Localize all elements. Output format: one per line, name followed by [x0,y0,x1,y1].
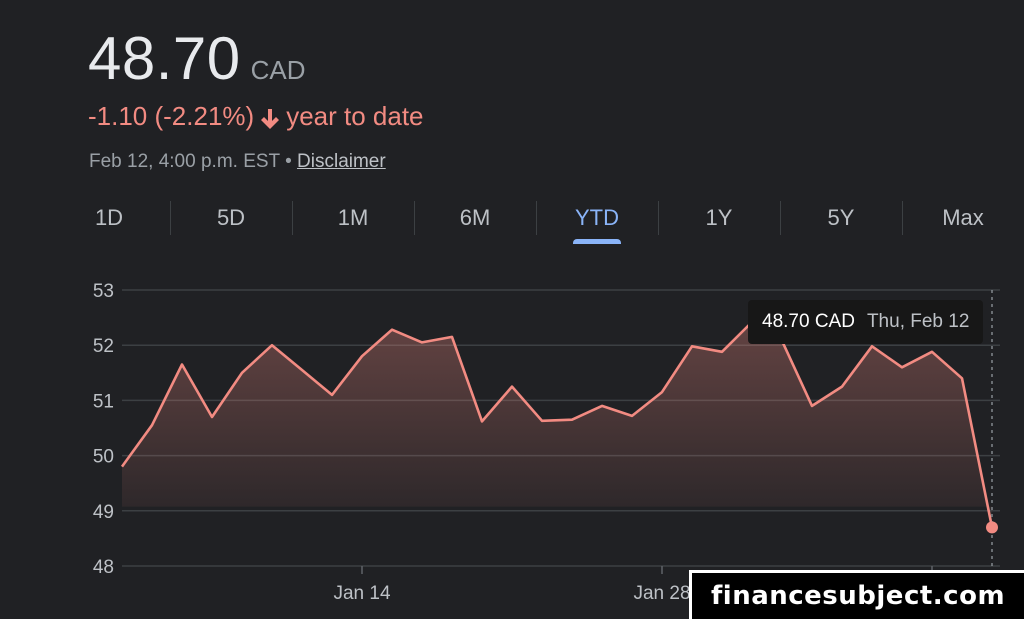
range-tabs: 1D 5D 1M 6M YTD 1Y 5Y Max [48,198,1024,246]
x-tick-label: Jan 14 [333,583,390,604]
price-area [122,322,992,528]
y-tick-label: 48 [93,557,114,578]
tab-ytd[interactable]: YTD [536,198,658,246]
y-tick-label: 53 [93,281,114,302]
y-tick-label: 50 [93,447,114,468]
price-header: 48.70 CAD [88,24,306,93]
tooltip-date: Thu, Feb 12 [866,311,970,332]
price-change: -1.10 (-2.21%) year to date [88,101,424,132]
tab-max[interactable]: Max [902,198,1024,246]
tab-6m[interactable]: 6M [414,198,536,246]
arrow-down-icon [260,106,280,129]
hover-point [986,521,998,534]
x-tick-label: Jan 28 [633,583,690,604]
change-period: year to date [286,101,424,131]
watermark: financesubject.com [689,570,1024,619]
current-price: 48.70 [88,25,241,92]
currency-label: CAD [250,55,306,85]
hover-tooltip: 48.70 CAD Thu, Feb 12 [748,300,984,344]
change-value: -1.10 (-2.21%) [88,101,255,131]
y-tick-label: 52 [93,336,114,357]
active-tab-indicator [573,239,621,244]
tab-5y[interactable]: 5Y [780,198,902,246]
timestamp: Feb 12, 4:00 p.m. EST • [89,151,292,172]
tab-5d[interactable]: 5D [170,198,292,246]
quote-meta: Feb 12, 4:00 p.m. EST • Disclaimer [89,151,386,173]
tab-1y[interactable]: 1Y [658,198,780,246]
disclaimer-link[interactable]: Disclaimer [297,151,386,172]
tooltip-price: 48.70 CAD [762,311,855,332]
tab-1m[interactable]: 1M [292,198,414,246]
y-tick-label: 51 [93,391,114,412]
tab-1d[interactable]: 1D [48,198,170,246]
y-tick-label: 49 [93,502,114,523]
